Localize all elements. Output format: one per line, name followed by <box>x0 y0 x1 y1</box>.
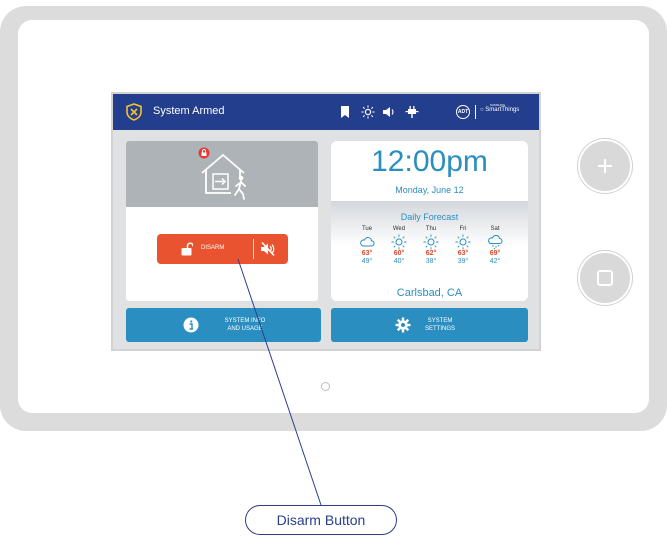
disarm-button[interactable]: DISARM <box>157 234 288 264</box>
forecast-high: 69° <box>489 250 501 257</box>
mute-icon[interactable] <box>260 241 276 257</box>
plus-side-button[interactable] <box>578 139 632 193</box>
away-house-icon <box>198 147 246 200</box>
arm-status-area <box>126 141 318 207</box>
system-info-line2: AND USAGE <box>227 326 263 332</box>
smartthings-ring-icon: ○ <box>480 107 484 113</box>
forecast-high: 63° <box>457 250 469 257</box>
adt-logo: ADT <box>456 105 470 119</box>
system-settings-button[interactable]: SYSTEM SETTINGS <box>331 308 528 342</box>
unlock-icon <box>181 242 193 256</box>
sun-icon <box>455 234 471 250</box>
forecast-title: Daily Forecast <box>400 212 459 222</box>
bookmark-icon[interactable] <box>338 105 352 119</box>
clock-weather-panel: 12:00pm Monday, June 12 Daily Forecast T… <box>331 141 528 301</box>
power-plug-icon[interactable] <box>405 105 419 119</box>
system-info-line1: SYSTEM INFO <box>224 318 266 324</box>
system-settings-line1: SYSTEM <box>427 318 453 324</box>
brand-logos: ADT ○ SAMSUNG SmartThings <box>456 103 532 121</box>
forecast-day: Sat 69° 42° <box>479 225 511 266</box>
system-status-title: System Armed <box>153 105 225 117</box>
forecast-day: Thu 62° 38° <box>415 225 447 266</box>
square-side-button[interactable] <box>578 251 632 305</box>
disarm-divider <box>253 239 254 259</box>
disarm-label: DISARM <box>201 245 225 251</box>
rain-cloud-icon <box>488 234 503 250</box>
clock-date: Monday, June 12 <box>395 185 464 195</box>
forecast-day-name: Thu <box>425 226 437 232</box>
system-info-label: SYSTEM INFO AND USAGE <box>210 317 280 333</box>
forecast-day-name: Tue <box>361 226 373 232</box>
info-icon <box>183 317 199 333</box>
system-info-button[interactable]: SYSTEM INFO AND USAGE <box>126 308 321 342</box>
gear-icon <box>395 317 411 333</box>
brand-divider <box>475 105 476 119</box>
sun-icon <box>423 234 439 250</box>
forecast-day-name: Fri <box>459 226 467 232</box>
touch-screen: System Armed ADT ○ SAMSUNG SmartThings D… <box>111 92 541 351</box>
forecast-low: 38° <box>425 258 437 265</box>
home-indicator[interactable] <box>321 382 330 391</box>
shield-alert-icon <box>126 103 142 121</box>
disarm-callout-label: Disarm Button <box>245 505 397 535</box>
smartthings-logo: ○ SAMSUNG SmartThings <box>480 103 520 113</box>
forecast-high: 60° <box>393 250 405 257</box>
security-panel: DISARM <box>126 141 318 301</box>
smartthings-text: SmartThings <box>485 107 520 113</box>
cloud-icon <box>360 237 375 247</box>
system-settings-line2: SETTINGS <box>424 326 455 332</box>
forecast-day: Fri 63° 39° <box>447 225 479 266</box>
forecast-low: 42° <box>489 258 501 265</box>
clock-time: 12:00pm <box>371 145 488 178</box>
forecast-high: 63° <box>361 250 373 257</box>
volume-icon[interactable] <box>382 105 396 119</box>
forecast-low: 39° <box>457 258 469 265</box>
daily-forecast: Daily Forecast Tue 63° 49° Wed 60° 40° T… <box>331 201 528 301</box>
forecast-day-name: Wed <box>392 226 406 232</box>
forecast-day-name: Sat <box>490 226 500 232</box>
samsung-text: SAMSUNG <box>490 103 506 107</box>
sun-icon <box>391 234 407 250</box>
forecast-city: Carlsbad, CA <box>396 287 463 299</box>
forecast-low: 49° <box>361 258 373 265</box>
forecast-day: Wed 60° 40° <box>383 225 415 266</box>
status-bar: System Armed ADT ○ SAMSUNG SmartThings <box>113 94 539 130</box>
square-icon <box>597 270 613 286</box>
forecast-low: 40° <box>393 258 405 265</box>
plus-icon <box>598 159 612 173</box>
forecast-high: 62° <box>425 250 437 257</box>
forecast-day: Tue 63° 49° <box>351 225 383 266</box>
system-settings-label: SYSTEM SETTINGS <box>415 317 465 333</box>
brightness-icon[interactable] <box>361 105 375 119</box>
